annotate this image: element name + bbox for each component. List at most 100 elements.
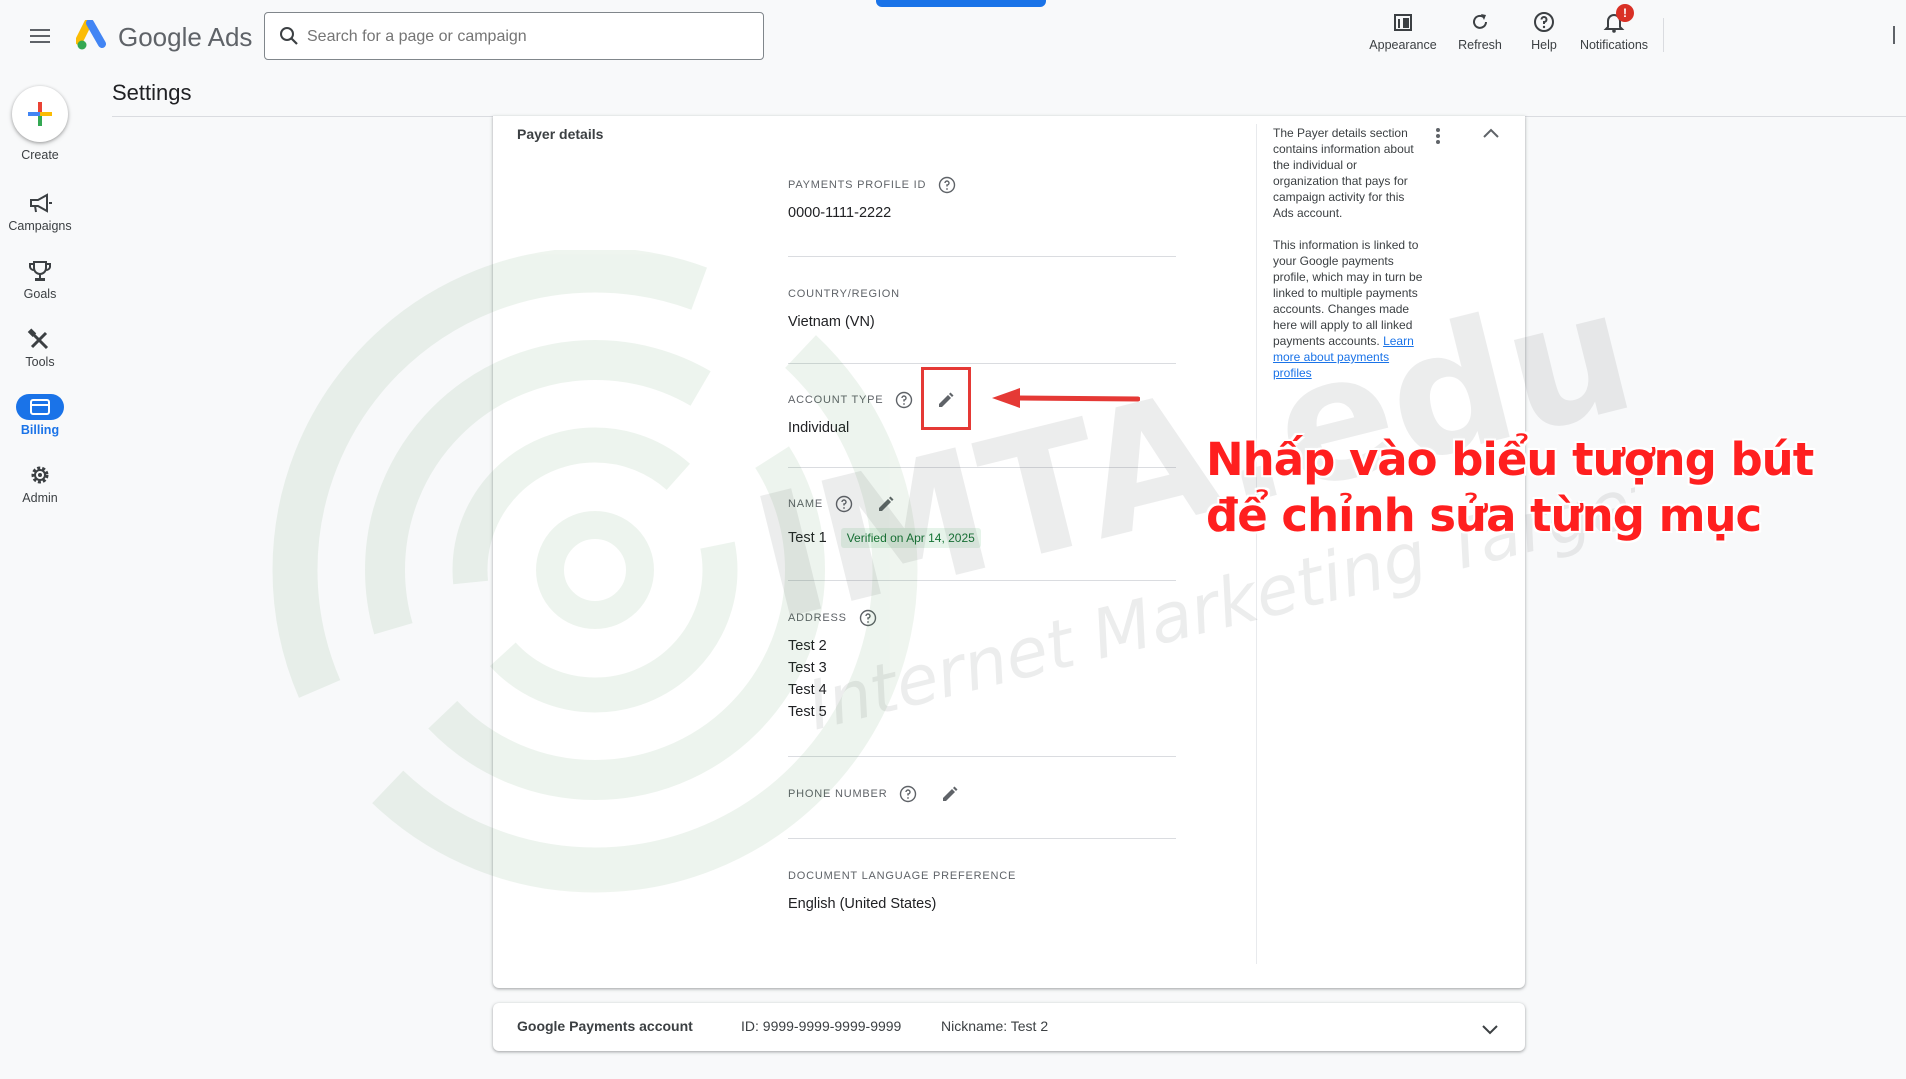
nav-item-tools[interactable]: Tools: [0, 326, 80, 369]
refresh-label: Refresh: [1458, 38, 1502, 52]
phone-label: PHONE NUMBER: [788, 788, 888, 800]
help-icon[interactable]: [859, 609, 877, 627]
help-icon[interactable]: [895, 391, 913, 409]
nav-label-goals: Goals: [23, 287, 57, 301]
more-options-icon[interactable]: [1435, 126, 1441, 146]
google-ads-logo[interactable]: [76, 20, 110, 52]
section-title: Payer details: [517, 126, 604, 142]
top-progress-tab: [876, 0, 1046, 7]
plus-icon: [28, 102, 52, 126]
help-panel: The Payer details section contains infor…: [1273, 125, 1423, 397]
highlight-box: [921, 367, 971, 430]
payments-account-title: Google Payments account: [517, 1018, 693, 1034]
nav-item-admin[interactable]: Admin: [0, 462, 80, 505]
nav-item-campaigns[interactable]: Campaigns: [0, 190, 80, 233]
help-paragraph: The Payer details section contains infor…: [1273, 126, 1414, 220]
refresh-icon: [1473, 14, 1487, 29]
notification-badge: !: [1616, 4, 1634, 22]
account-type-label: ACCOUNT TYPE: [788, 394, 884, 406]
annotation-line: Nhấp vào biểu tượng bút: [1206, 433, 1814, 486]
create-label: Create: [21, 148, 59, 162]
field-divider: [788, 363, 1176, 364]
annotation-line: để chỉnh sửa từng mục: [1206, 489, 1762, 542]
notifications-label: Notifications: [1579, 38, 1649, 52]
edge-marker: [1893, 26, 1895, 44]
chevron-down-icon[interactable]: [1478, 1017, 1502, 1041]
field-profile-id: PAYMENTS PROFILE ID 0000-1111-2222: [788, 174, 1178, 224]
pencil-icon[interactable]: [939, 783, 961, 805]
field-divider: [788, 756, 1176, 757]
doc-language-label: DOCUMENT LANGUAGE PREFERENCE: [788, 870, 1017, 882]
address-lines: Test 2 Test 3 Test 4 Test 5: [788, 635, 1178, 723]
nav-label-campaigns: Campaigns: [8, 219, 72, 233]
payments-account-nickname: Nickname: Test 2: [941, 1018, 1049, 1034]
help-icon[interactable]: [835, 495, 853, 513]
verified-badge: Verified on Apr 14, 2025: [840, 528, 981, 549]
arrow-left-icon: [992, 388, 1140, 408]
brand-name: Google Ads: [118, 22, 253, 52]
field-label: ADDRESS: [788, 607, 1178, 629]
country-value: Vietnam (VN): [788, 314, 875, 330]
field-label: COUNTRY/REGION: [788, 283, 1178, 305]
profile-id-value: 0000-1111-2222: [788, 205, 892, 221]
country-label: COUNTRY/REGION: [788, 288, 900, 300]
help-icon[interactable]: [899, 785, 917, 803]
field-divider: [788, 467, 1176, 468]
search-icon: [280, 27, 298, 45]
field-name: NAME Test 1 Verified on Apr 14, 2025: [788, 493, 1178, 549]
help-label: Help: [1531, 38, 1557, 52]
search-input[interactable]: [307, 25, 747, 49]
annotation-text: Nhấp vào biểu tượng bút để chỉnh sửa từn…: [1206, 432, 1814, 544]
payments-account-id: ID: 9999-9999-9999-9999: [741, 1018, 902, 1034]
help-paragraph: This information is linked to your Googl…: [1273, 238, 1423, 380]
tools-icon: [27, 328, 49, 350]
appearance-icon: [1394, 14, 1412, 31]
field-phone: PHONE NUMBER: [788, 783, 1178, 805]
trophy-icon: [29, 261, 51, 281]
nav-label-admin: Admin: [22, 491, 58, 505]
create-button[interactable]: [12, 86, 68, 142]
name-value: Test 1: [788, 530, 827, 546]
toolbar-divider: [1663, 18, 1664, 52]
address-line: Test 4: [788, 682, 827, 698]
column-divider: [1256, 124, 1257, 964]
field-divider: [788, 838, 1176, 839]
field-label: PAYMENTS PROFILE ID: [788, 174, 1178, 196]
address-label: ADDRESS: [788, 612, 847, 624]
field-label: DOCUMENT LANGUAGE PREFERENCE: [788, 865, 1178, 887]
field-label: PHONE NUMBER: [788, 783, 1178, 805]
field-label: NAME: [788, 493, 1178, 515]
help-icon: [1534, 12, 1554, 32]
payments-account-bar[interactable]: Google Payments account ID: 9999-9999-99…: [493, 1003, 1525, 1051]
nav-label-billing: Billing: [20, 423, 60, 437]
nav-item-goals[interactable]: Goals: [0, 258, 80, 301]
field-divider: [788, 580, 1176, 581]
payer-details-card: Payer details PAYMENTS PROFILE ID 0000-1…: [493, 116, 1525, 988]
doc-language-value: English (United States): [788, 896, 937, 912]
appearance-button[interactable]: Appearance: [1366, 10, 1440, 52]
address-line: Test 5: [788, 704, 827, 720]
name-label: NAME: [788, 498, 823, 510]
search-box[interactable]: [264, 12, 764, 60]
pencil-icon[interactable]: [875, 493, 897, 515]
refresh-button[interactable]: Refresh: [1450, 10, 1510, 52]
nav-label-tools: Tools: [25, 355, 55, 369]
menu-icon[interactable]: [28, 25, 52, 49]
nav-item-billing[interactable]: Billing: [0, 394, 80, 437]
address-line: Test 3: [788, 660, 827, 676]
appearance-label: Appearance: [1369, 38, 1437, 52]
name-value-row: Test 1 Verified on Apr 14, 2025: [788, 527, 1178, 549]
help-icon[interactable]: [938, 176, 956, 194]
billing-icon: [16, 394, 64, 420]
field-country: COUNTRY/REGION Vietnam (VN): [788, 283, 1178, 333]
field-doc-language: DOCUMENT LANGUAGE PREFERENCE English (Un…: [788, 865, 1178, 915]
field-address: ADDRESS Test 2 Test 3 Test 4 Test 5: [788, 607, 1178, 723]
megaphone-icon: [30, 193, 52, 213]
top-bar: Google Ads Appearance Refresh Help: [0, 0, 1906, 72]
help-button[interactable]: Help: [1520, 10, 1568, 52]
page-title: Settings: [112, 80, 192, 105]
notifications-button[interactable]: ! Notifications: [1574, 4, 1654, 52]
account-type-value: Individual: [788, 420, 850, 436]
chevron-up-icon[interactable]: [1479, 122, 1503, 146]
address-line: Test 2: [788, 638, 827, 654]
